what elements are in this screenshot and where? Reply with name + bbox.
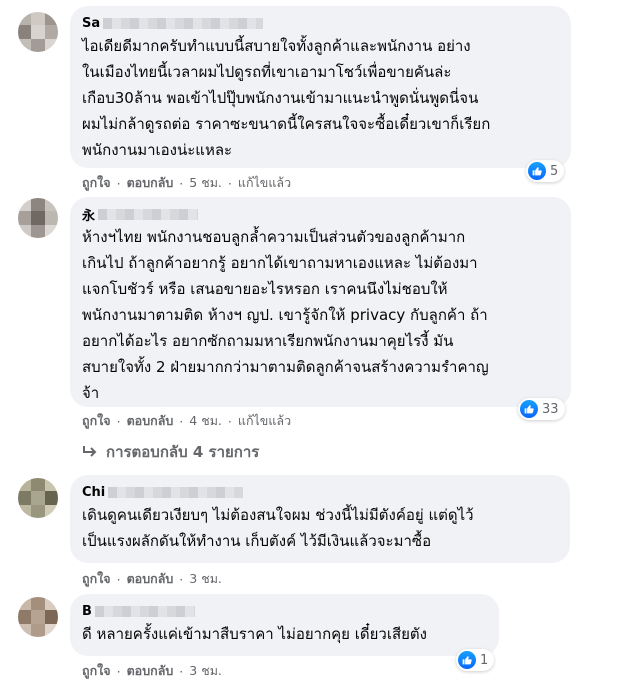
reaction-number: 1 xyxy=(480,652,489,668)
comment-bubble: B ดี หลายครั้งแค่เข้ามาสืบราคา ไม่อยากคุ… xyxy=(70,594,499,656)
reply-button[interactable]: ตอบกลับ xyxy=(127,661,174,680)
comment-text: เดินดูคนเดียวเงียบๆ ไม่ต้องสนใจผม ช่วงนี… xyxy=(82,506,474,550)
reaction-number: 5 xyxy=(550,163,559,179)
reaction-count[interactable]: 1 xyxy=(456,649,495,671)
edited-label[interactable]: แก้ไขแล้ว xyxy=(238,411,291,431)
comment-text: ไอเดียดีมากครับทำแบบนี้สบายใจทั้งลูกค้าแ… xyxy=(82,37,491,159)
avatar[interactable] xyxy=(18,478,58,518)
redacted-name xyxy=(103,17,264,29)
comment-text: ห้างฯไทย พนักงานชอบลูกล้ำความเป็นส่วนตัว… xyxy=(82,228,489,402)
reply-button[interactable]: ตอบกลับ xyxy=(127,569,174,589)
redacted-name xyxy=(94,605,195,617)
like-reaction-icon xyxy=(520,400,538,418)
avatar[interactable] xyxy=(18,12,58,52)
like-button[interactable]: ถูกใจ xyxy=(82,411,111,431)
reaction-number: 33 xyxy=(542,401,559,417)
comment-actions: ถูกใจ · ตอบกลับ · 3 ชม. xyxy=(82,661,222,680)
reply-arrow-icon xyxy=(83,446,97,457)
like-reaction-icon xyxy=(458,651,476,669)
author-name[interactable]: B xyxy=(82,604,92,619)
like-reaction-icon xyxy=(528,162,546,180)
reaction-count[interactable]: 33 xyxy=(518,398,565,420)
edited-label[interactable]: แก้ไขแล้ว xyxy=(238,173,291,193)
avatar[interactable] xyxy=(18,597,58,637)
reply-button[interactable]: ตอบกลับ xyxy=(127,411,174,431)
timestamp[interactable]: 5 ชม. xyxy=(189,173,222,193)
like-button[interactable]: ถูกใจ xyxy=(82,661,111,680)
redacted-name xyxy=(98,208,199,220)
comment-bubble: Chi เดินดูคนเดียวเงียบๆ ไม่ต้องสนใจผม ช่… xyxy=(70,475,570,563)
comment-bubble: 永 ห้างฯไทย พนักงานชอบลูกล้ำความเป็นส่วนต… xyxy=(70,197,571,407)
author-name[interactable]: Sa xyxy=(82,16,100,31)
like-button[interactable]: ถูกใจ xyxy=(82,569,111,589)
view-replies-button[interactable]: การตอบกลับ 4 รายการ xyxy=(82,440,259,464)
timestamp[interactable]: 4 ชม. xyxy=(189,411,222,431)
comment-actions: ถูกใจ · ตอบกลับ · 4 ชม. · แก้ไขแล้ว xyxy=(82,411,291,431)
like-button[interactable]: ถูกใจ xyxy=(82,173,111,193)
timestamp[interactable]: 3 ชม. xyxy=(189,569,222,589)
author-name[interactable]: 永 xyxy=(82,205,95,224)
avatar[interactable] xyxy=(18,198,58,238)
comment-bubble: Sa ไอเดียดีมากครับทำแบบนี้สบายใจทั้งลูกค… xyxy=(70,6,571,168)
comment-text: ดี หลายครั้งแค่เข้ามาสืบราคา ไม่อยากคุย … xyxy=(82,625,427,643)
comment-actions: ถูกใจ · ตอบกลับ · 3 ชม. xyxy=(82,569,222,589)
reaction-count[interactable]: 5 xyxy=(526,160,565,182)
timestamp[interactable]: 3 ชม. xyxy=(189,661,222,680)
author-name[interactable]: Chi xyxy=(82,485,105,500)
redacted-name xyxy=(108,486,244,498)
replies-label: การตอบกลับ 4 รายการ xyxy=(106,443,260,461)
comment-actions: ถูกใจ · ตอบกลับ · 5 ชม. · แก้ไขแล้ว xyxy=(82,173,291,193)
reply-button[interactable]: ตอบกลับ xyxy=(127,173,174,193)
